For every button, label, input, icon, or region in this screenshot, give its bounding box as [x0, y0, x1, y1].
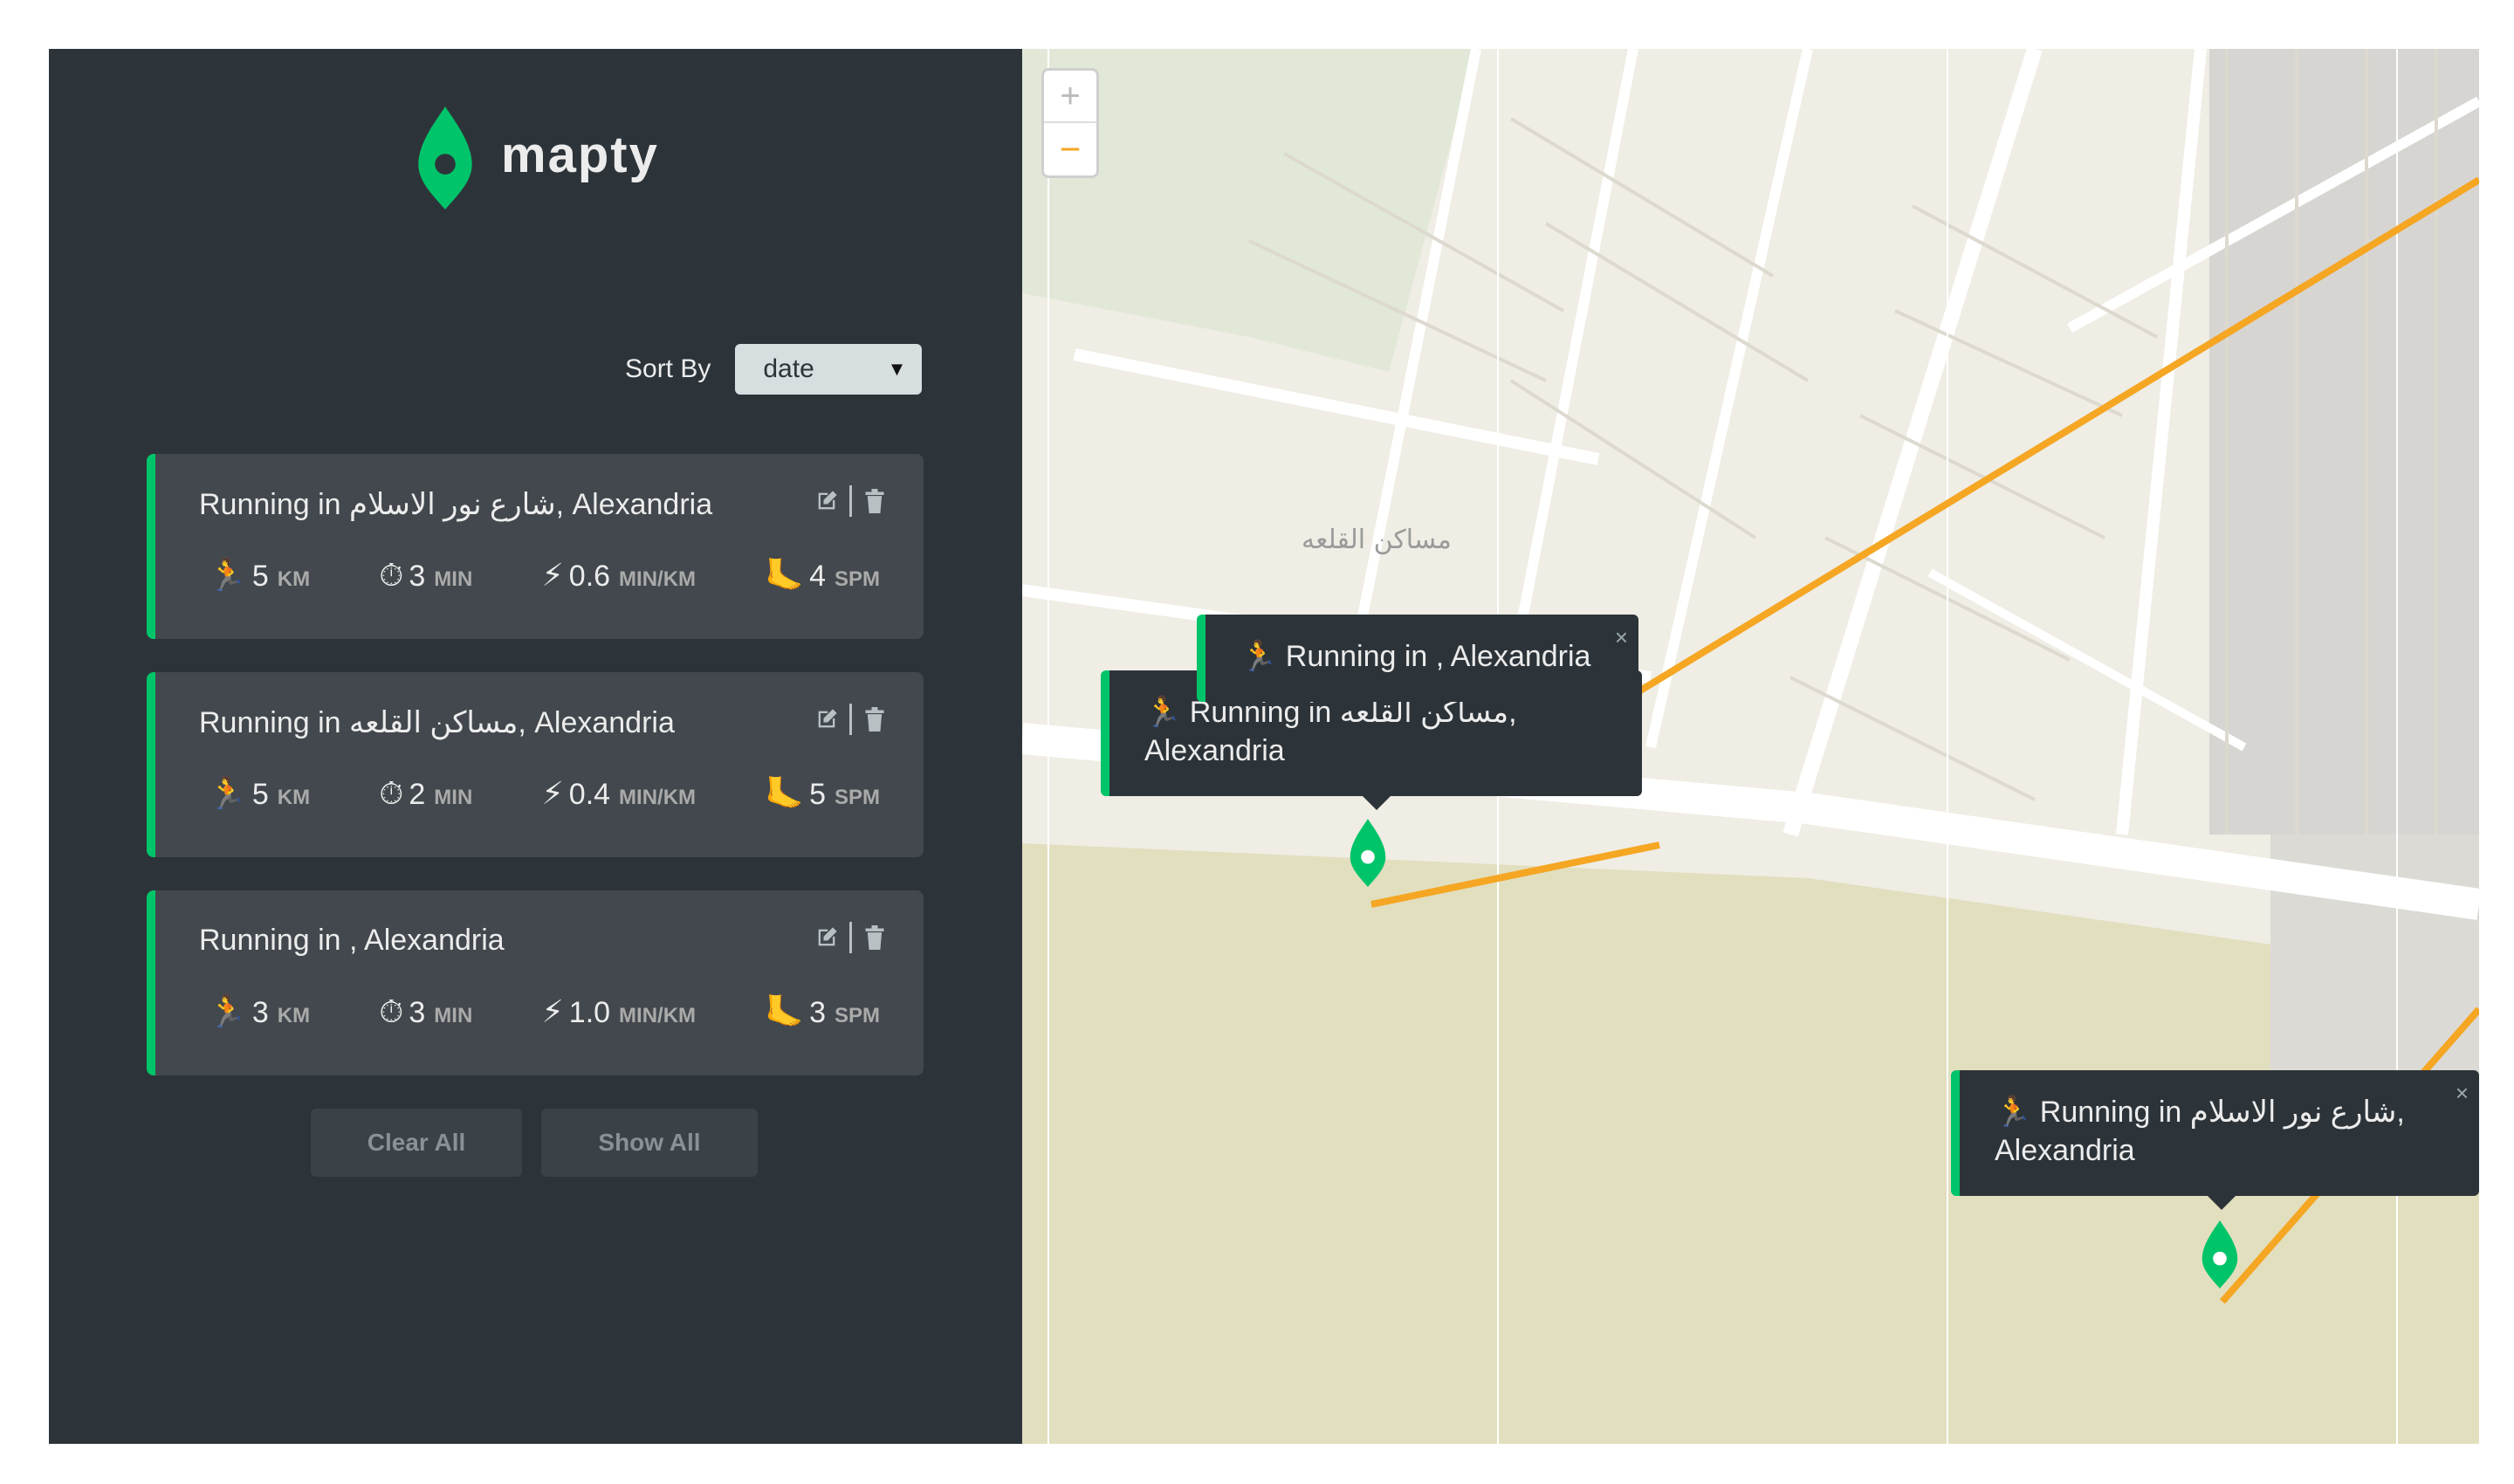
app-window: mapty Sort By date ▼ Running in شارع نور…	[49, 49, 2479, 1444]
workout-stats: 🏃 5 KM ⏱ 2 MIN ⚡ 0.4 MIN/KM 🦶 5 SPM	[208, 775, 880, 813]
workout-title: Running in , Alexandria	[199, 924, 505, 957]
stat-unit: MIN/KM	[619, 567, 697, 591]
stopwatch-icon: ⏱	[379, 775, 404, 811]
brand-name: mapty	[501, 126, 659, 183]
stat-unit: SPM	[834, 786, 880, 809]
workout-popup[interactable]: 🏃 Running in شارع نور الاسلام, Alexandri…	[1951, 1070, 2479, 1210]
sort-label: Sort By	[625, 354, 711, 383]
trash-icon[interactable]	[862, 924, 887, 952]
popup-text: 🏃 Running in , Alexandria	[1240, 640, 1591, 673]
trash-icon[interactable]	[862, 487, 887, 515]
workout-actions	[814, 922, 887, 953]
lightning-icon: ⚡	[541, 775, 564, 811]
lightning-icon: ⚡	[541, 557, 564, 593]
workout-stats: 🏃 3 KM ⏱ 3 MIN ⚡ 1.0 MIN/KM 🦶 3 SPM	[208, 993, 880, 1031]
action-buttons: Clear All Show All	[311, 1109, 758, 1177]
workout-title: Running in مساكن القلعه, Alexandria	[199, 706, 675, 739]
popup-tail	[2208, 1196, 2236, 1210]
stat-value: 0.4	[568, 778, 611, 811]
close-icon[interactable]: ×	[1615, 618, 1628, 656]
zoom-out-button[interactable]: −	[1044, 123, 1096, 175]
stat-unit: MIN/KM	[619, 786, 697, 809]
sort-select[interactable]: date ▼	[735, 344, 923, 395]
stopwatch-icon: ⏱	[379, 993, 404, 1029]
footprint-icon: 🦶	[765, 775, 805, 811]
workout-actions	[814, 704, 887, 735]
footprint-icon: 🦶	[765, 557, 805, 593]
stat-unit: SPM	[834, 1004, 880, 1027]
workout-card[interactable]: Running in شارع نور الاسلام, Alexandria …	[147, 454, 924, 639]
zoom-in-button[interactable]: +	[1044, 71, 1096, 123]
stat-pace: ⚡ 0.6 MIN/KM	[542, 557, 697, 594]
stat-duration: ⏱ 3 MIN	[379, 993, 472, 1031]
stat-unit: KM	[277, 567, 311, 591]
stat-unit: KM	[277, 786, 311, 809]
stat-value: 3	[809, 996, 826, 1029]
edit-icon[interactable]	[814, 487, 839, 515]
show-all-button[interactable]: Show All	[541, 1109, 758, 1177]
workout-title: Running in شارع نور الاسلام, Alexandria	[199, 488, 713, 521]
chevron-down-icon: ▼	[887, 358, 907, 380]
stat-value: 5	[251, 560, 269, 593]
stat-unit: SPM	[834, 567, 880, 591]
stat-distance: 🏃 3 KM	[208, 993, 310, 1030]
svg-text:مساكن القلعه: مساكن القلعه	[1302, 525, 1452, 555]
sidebar: mapty Sort By date ▼ Running in شارع نور…	[49, 49, 1022, 1444]
stat-unit: MIN/KM	[619, 1004, 697, 1027]
lightning-icon: ⚡	[541, 993, 564, 1029]
stat-value: 3	[409, 560, 426, 593]
stat-value: 4	[809, 560, 826, 593]
stat-value: 1.0	[568, 996, 611, 1029]
footprint-icon: 🦶	[765, 993, 805, 1029]
action-divider	[849, 922, 852, 953]
action-divider	[849, 485, 852, 517]
edit-icon[interactable]	[814, 705, 839, 733]
sort-selected-value: date	[763, 354, 814, 383]
stat-unit: MIN	[434, 567, 473, 591]
map-marker-icon[interactable]	[2199, 1220, 2241, 1288]
stat-unit: KM	[277, 1004, 311, 1027]
clear-all-button[interactable]: Clear All	[311, 1109, 522, 1177]
stat-distance: 🏃 5 KM	[208, 775, 310, 812]
workout-card[interactable]: Running in مساكن القلعه, Alexandria 🏃 5 KM…	[147, 672, 924, 857]
workout-actions	[814, 485, 887, 517]
stat-cadence: 🦶 4 SPM	[765, 557, 880, 594]
zoom-control: + −	[1041, 68, 1099, 178]
popup-text: 🏃 Running in مساكن القلعه, Alexandria	[1144, 696, 1517, 767]
map-view[interactable]: مساكن القلعه + − 🏃 Running in مساكن القل…	[1022, 49, 2479, 1444]
edit-icon[interactable]	[814, 924, 839, 952]
stat-distance: 🏃 5 KM	[208, 557, 310, 594]
runner-icon: 🏃	[208, 775, 247, 811]
map-pin-icon	[418, 106, 472, 210]
stat-unit: MIN	[434, 786, 473, 809]
stat-pace: ⚡ 0.4 MIN/KM	[542, 775, 697, 812]
workout-popup[interactable]: 🏃 Running in , Alexandria ×	[1197, 615, 1638, 702]
workout-stats: 🏃 5 KM ⏱ 3 MIN ⚡ 0.6 MIN/KM 🦶 4 SPM	[208, 557, 880, 594]
stopwatch-icon: ⏱	[379, 557, 404, 593]
workout-card[interactable]: Running in , Alexandria 🏃 3 KM ⏱ 3 MIN ⚡ 1.0 M…	[147, 890, 924, 1075]
stat-duration: ⏱ 3 MIN	[379, 557, 472, 594]
stat-unit: MIN	[434, 1004, 473, 1027]
close-icon[interactable]: ×	[2456, 1074, 2469, 1112]
stat-value: 3	[409, 996, 426, 1029]
popup-text: 🏃 Running in شارع نور الاسلام, Alexandri…	[1995, 1096, 2405, 1167]
stat-value: 5	[809, 778, 826, 811]
runner-icon: 🏃	[208, 557, 247, 593]
stat-cadence: 🦶 5 SPM	[765, 775, 880, 812]
stat-value: 3	[251, 996, 269, 1029]
stat-value: 0.6	[568, 560, 611, 593]
runner-icon: 🏃	[208, 993, 247, 1029]
logo: mapty	[414, 106, 659, 210]
stat-duration: ⏱ 2 MIN	[379, 775, 472, 813]
stat-value: 5	[251, 778, 269, 811]
map-marker-icon[interactable]	[1347, 819, 1389, 887]
action-divider	[849, 704, 852, 735]
stat-value: 2	[409, 778, 426, 811]
trash-icon[interactable]	[862, 705, 887, 733]
stat-pace: ⚡ 1.0 MIN/KM	[542, 993, 697, 1030]
popup-tail	[1363, 796, 1391, 810]
stat-cadence: 🦶 3 SPM	[765, 993, 880, 1030]
sort-row: Sort By date ▼	[625, 344, 923, 395]
